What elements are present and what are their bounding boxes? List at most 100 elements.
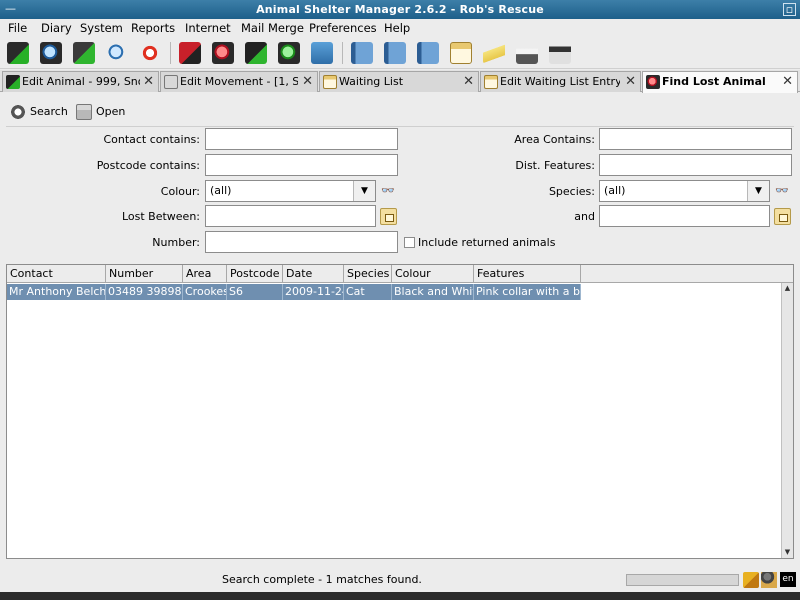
number-input[interactable] — [205, 231, 398, 253]
tab-find-lost-animal[interactable]: Find Lost Animal ✕ — [642, 71, 798, 93]
column-header-features[interactable]: Features — [474, 265, 581, 283]
find-lost-animal-button[interactable] — [210, 40, 237, 67]
search-button[interactable]: Search — [6, 101, 70, 123]
contact-input[interactable] — [205, 128, 398, 150]
colour-select[interactable]: (all) ▼ — [205, 180, 376, 202]
menu-diary[interactable]: Diary — [41, 21, 72, 35]
movement-icon — [164, 75, 178, 89]
open-button[interactable]: Open — [72, 101, 130, 123]
coins-icon — [743, 572, 759, 588]
area-input[interactable] — [599, 128, 792, 150]
tab-edit-animal[interactable]: Edit Animal - 999, Sno... ✕ — [2, 71, 159, 92]
open-button-label: Open — [96, 105, 126, 118]
column-header-area[interactable]: Area — [183, 265, 227, 283]
toolbar-separator — [170, 42, 171, 64]
print-icon — [516, 42, 538, 64]
maximize-button[interactable]: ▫ — [783, 3, 796, 16]
divider — [6, 126, 794, 127]
include-returned-label: Include returned animals — [418, 236, 556, 249]
menu-preferences[interactable]: Preferences — [309, 21, 377, 35]
column-header-colour[interactable]: Colour — [392, 265, 474, 283]
chevron-down-icon[interactable]: ▼ — [747, 181, 769, 201]
folder-icon — [76, 104, 92, 120]
search-button-label: Search — [30, 105, 68, 118]
calendar-icon[interactable] — [774, 208, 791, 225]
tab-label: Waiting List — [339, 75, 404, 88]
tab-label: Find Lost Animal — [662, 75, 766, 88]
close-icon[interactable]: ✕ — [782, 74, 793, 89]
chevron-down-icon[interactable]: ▼ — [353, 181, 375, 201]
diary-button[interactable] — [349, 40, 376, 67]
scanner-icon — [549, 42, 571, 64]
close-icon[interactable]: ✕ — [302, 74, 313, 89]
scroll-up-icon[interactable]: ▲ — [782, 283, 793, 294]
find-found-animal-icon — [278, 42, 300, 64]
scroll-down-icon[interactable]: ▼ — [782, 547, 793, 558]
lifebuoy-button[interactable] — [137, 40, 164, 67]
menu-file[interactable]: File — [8, 21, 27, 35]
waiting-list-icon — [311, 42, 333, 64]
tab-edit-movement[interactable]: Edit Movement - [1, S... ✕ — [160, 71, 318, 92]
find-owner-button[interactable] — [104, 40, 131, 67]
lost-between-label: Lost Between: — [121, 210, 200, 223]
colour-lookup-binoculars-icon[interactable]: 👓 — [379, 182, 397, 200]
diary-tasks-button[interactable] — [415, 40, 442, 67]
close-icon[interactable]: ✕ — [625, 74, 636, 89]
results-table[interactable]: Contact Number Area Postcode Date Specie… — [6, 264, 794, 559]
column-header-postcode[interactable]: Postcode — [227, 265, 283, 283]
calendar-icon[interactable] — [380, 208, 397, 225]
column-header-species[interactable]: Species — [344, 265, 392, 283]
add-owner-icon — [73, 42, 95, 64]
new-lost-animal-button[interactable] — [177, 40, 204, 67]
title-bar: — Animal Shelter Manager 2.6.2 - Rob's R… — [0, 0, 800, 19]
contact-label: Contact contains: — [103, 133, 200, 146]
new-found-animal-button[interactable] — [243, 40, 270, 67]
vertical-scrollbar[interactable]: ▲ ▼ — [781, 283, 793, 558]
find-lost-animal-panel: Search Open Contact contains: Postcode c… — [0, 93, 800, 566]
tab-label: Edit Waiting List Entry ... — [500, 75, 620, 88]
language-indicator[interactable]: en — [780, 572, 796, 587]
table-cell: Mr Anthony Belcher — [7, 284, 106, 300]
column-header-contact[interactable]: Contact — [7, 265, 106, 283]
add-owner-button[interactable] — [71, 40, 98, 67]
column-header-number[interactable]: Number — [106, 265, 183, 283]
include-returned-checkbox[interactable] — [404, 237, 415, 248]
table-cell: S6 — [227, 284, 283, 300]
diary-notes-button[interactable] — [382, 40, 409, 67]
tab-waiting-list[interactable]: Waiting List ✕ — [319, 71, 479, 92]
diary-tasks-icon — [417, 42, 439, 64]
binoculars-icon — [10, 104, 26, 120]
features-input[interactable] — [599, 154, 792, 176]
species-select[interactable]: (all) ▼ — [599, 180, 770, 202]
lost-to-date-input[interactable] — [599, 205, 770, 227]
table-cell: Cat — [344, 284, 392, 300]
lost-from-date-input[interactable] — [205, 205, 376, 227]
menu-system[interactable]: System — [80, 21, 123, 35]
postcode-input[interactable] — [205, 154, 398, 176]
find-animal-button[interactable] — [38, 40, 65, 67]
menu-mail-merge[interactable]: Mail Merge — [241, 21, 304, 35]
print-button[interactable] — [514, 40, 541, 67]
species-lookup-binoculars-icon[interactable]: 👓 — [773, 182, 791, 200]
waiting-list-button[interactable] — [309, 40, 336, 67]
find-owner-icon — [106, 42, 128, 64]
animal-icon — [6, 75, 20, 89]
menu-reports[interactable]: Reports — [131, 21, 175, 35]
window-bottom-edge — [0, 592, 800, 600]
close-icon[interactable]: ✕ — [463, 74, 474, 89]
colour-value: (all) — [210, 184, 232, 197]
tab-edit-waiting-list-entry[interactable]: Edit Waiting List Entry ... ✕ — [480, 71, 641, 92]
calendar-button[interactable] — [448, 40, 475, 67]
find-found-animal-button[interactable] — [276, 40, 303, 67]
menu-help[interactable]: Help — [384, 21, 410, 35]
notes-button[interactable] — [481, 40, 508, 67]
progress-bar — [626, 574, 739, 586]
new-found-animal-icon — [245, 42, 267, 64]
close-icon[interactable]: ✕ — [143, 74, 154, 89]
column-header-date[interactable]: Date — [283, 265, 344, 283]
lost-animal-icon — [646, 75, 660, 89]
window-title: Animal Shelter Manager 2.6.2 - Rob's Res… — [256, 3, 544, 16]
new-animal-button[interactable] — [5, 40, 32, 67]
menu-internet[interactable]: Internet — [185, 21, 231, 35]
scanner-button[interactable] — [547, 40, 574, 67]
